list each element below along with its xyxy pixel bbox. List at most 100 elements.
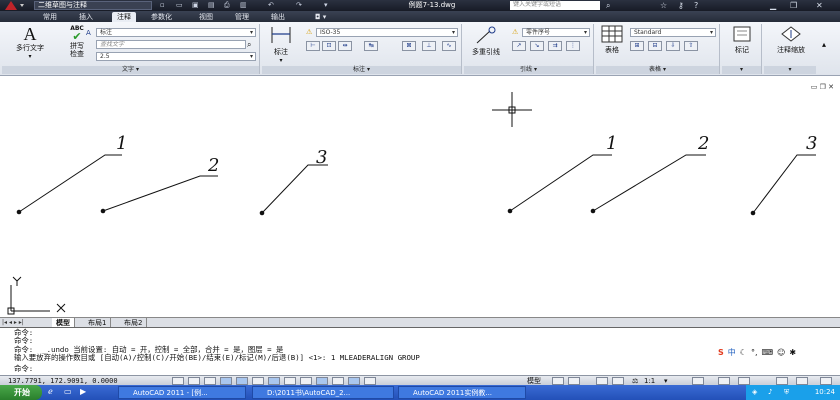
- save-icon[interactable]: ▣: [192, 1, 199, 9]
- text-style-combo[interactable]: 标注 ▾: [96, 28, 256, 37]
- qat-dropdown-icon[interactable]: ▾: [324, 1, 328, 9]
- mleader-style-combo[interactable]: 零件序号 ▾: [522, 28, 590, 37]
- start-button[interactable]: 开始: [0, 385, 42, 400]
- 3dosnap-toggle[interactable]: [252, 377, 264, 385]
- tab-annotate[interactable]: 注释: [112, 12, 136, 22]
- annotation-scale-button[interactable]: 注释缩放: [768, 25, 814, 55]
- table-link-icon[interactable]: ⊞: [630, 41, 644, 51]
- tray-volume-icon[interactable]: ♪: [768, 385, 772, 400]
- zoom-icon[interactable]: [612, 377, 624, 385]
- autocad-logo-icon[interactable]: [2, 0, 28, 11]
- workspace-switch-icon[interactable]: [718, 377, 730, 385]
- table-extract-icon[interactable]: ⊟: [648, 41, 662, 51]
- markup-panel-title[interactable]: ▾: [722, 66, 761, 74]
- dyn-toggle[interactable]: [300, 377, 312, 385]
- tab-insert[interactable]: 插入: [74, 12, 98, 22]
- drawing-minimize-icon[interactable]: ▭: [811, 83, 818, 91]
- tab-view[interactable]: 视图: [194, 12, 218, 22]
- annotation-scale-panel-title[interactable]: ▾: [764, 66, 816, 74]
- hardware-accel-icon[interactable]: [776, 377, 788, 385]
- qp-toggle[interactable]: [348, 377, 360, 385]
- remove-leader-icon[interactable]: ↘: [530, 41, 544, 51]
- dimstyle-combo[interactable]: ISO-35 ▾: [316, 28, 458, 37]
- quicklaunch-media-icon[interactable]: ▶: [80, 387, 86, 396]
- grid-toggle[interactable]: [188, 377, 200, 385]
- table-button[interactable]: 表格: [598, 25, 626, 55]
- print-icon[interactable]: ⎙: [224, 1, 230, 10]
- align-leader-icon[interactable]: ⇉: [548, 41, 562, 51]
- task-document[interactable]: AutoCAD 2011实例教...: [398, 386, 526, 399]
- task-autocad[interactable]: AutoCAD 2011 - [例...: [118, 386, 246, 399]
- dim-space-icon[interactable]: ⇹: [338, 41, 352, 51]
- tpy-toggle[interactable]: [332, 377, 344, 385]
- ducs-toggle[interactable]: [284, 377, 296, 385]
- command-window[interactable]: 命令: 命令: 命令: _.undo 当前设置: 自动 = 开，控制 = 全部，…: [0, 327, 840, 375]
- quicklaunch-desktop-icon[interactable]: ▭: [64, 387, 72, 396]
- tab-overflow-icon[interactable]: ◘ ▾: [310, 12, 331, 22]
- mtext-button[interactable]: A 多行文字 ▾: [10, 25, 50, 60]
- tray-security-icon[interactable]: ⛨: [784, 385, 789, 400]
- dim-continue-icon[interactable]: ⊡: [322, 41, 336, 51]
- snap-toggle[interactable]: [172, 377, 184, 385]
- osnap-toggle[interactable]: [236, 377, 248, 385]
- drawing-close-icon[interactable]: ✕: [828, 83, 834, 91]
- dim-jog-icon[interactable]: ⊥: [422, 41, 436, 51]
- dimension-panel-title[interactable]: 标注 ▾: [262, 66, 461, 74]
- close-icon[interactable]: ✕: [816, 0, 823, 11]
- open-icon[interactable]: ▭: [176, 1, 183, 9]
- ribbon-minimize-icon[interactable]: ▴: [822, 40, 826, 49]
- minimize-icon[interactable]: ▁: [770, 0, 776, 11]
- find-icon[interactable]: ⌕: [247, 40, 251, 50]
- new-icon[interactable]: ▫: [160, 1, 165, 9]
- text-height-combo[interactable]: 2.5 ▾: [96, 52, 256, 61]
- tab-parametric[interactable]: 参数化: [146, 12, 177, 22]
- dimension-button[interactable]: 标注 ▾: [266, 25, 296, 64]
- binoculars-icon[interactable]: ⌕: [606, 0, 610, 11]
- leader-panel-title[interactable]: 引线 ▾: [464, 66, 593, 74]
- polar-toggle[interactable]: [220, 377, 232, 385]
- command-prompt[interactable]: 命令:: [14, 365, 33, 373]
- plot-icon[interactable]: ▥: [240, 1, 247, 9]
- table-style-combo[interactable]: Standard ▾: [630, 28, 716, 37]
- quicklaunch-ie-icon[interactable]: ℯ: [48, 387, 53, 396]
- help-icon[interactable]: ?: [694, 0, 698, 11]
- tray-network-icon[interactable]: ◈: [752, 385, 757, 400]
- find-text-input[interactable]: 查找文字: [96, 40, 246, 49]
- key-icon[interactable]: ⚷: [678, 0, 684, 11]
- otrack-toggle[interactable]: [268, 377, 280, 385]
- drawing-canvas[interactable]: 1 2 3 1 2 3: [0, 77, 840, 317]
- ime-toolbar[interactable]: S 中 ☾ °, ⌨ ☺ ✱: [718, 346, 838, 358]
- isolate-objects-icon[interactable]: [796, 377, 808, 385]
- table-download-icon[interactable]: ⇩: [666, 41, 680, 51]
- mleader-button[interactable]: 多重引线: [466, 25, 506, 57]
- dim-break-icon[interactable]: ↹: [364, 41, 378, 51]
- tab-manage[interactable]: 管理: [230, 12, 254, 22]
- lwt-toggle[interactable]: [316, 377, 328, 385]
- redo-icon[interactable]: ↷: [296, 1, 302, 9]
- star-icon[interactable]: ☆: [660, 0, 667, 11]
- layout-view-icon[interactable]: [568, 377, 580, 385]
- saveas-icon[interactable]: ▤: [208, 1, 215, 9]
- task-explorer[interactable]: D:\2011书\AutoCAD_2...: [252, 386, 394, 399]
- dim-inspect-icon[interactable]: ⊠: [402, 41, 416, 51]
- sc-toggle[interactable]: [364, 377, 376, 385]
- annotation-visibility-icon[interactable]: [692, 377, 704, 385]
- text-panel-title[interactable]: 文字 ▾: [2, 66, 259, 74]
- workspace-selector[interactable]: 二维草图与注释: [34, 1, 152, 10]
- dim-oblique-icon[interactable]: ∿: [442, 41, 456, 51]
- dim-baseline-icon[interactable]: ⊢: [306, 41, 320, 51]
- help-search-input[interactable]: 键入关键字或短语: [510, 1, 600, 10]
- clean-screen-icon[interactable]: [820, 377, 832, 385]
- restore-icon[interactable]: ❐: [790, 0, 797, 11]
- drawing-restore-icon[interactable]: ❐: [820, 83, 826, 91]
- layout-view-icon[interactable]: [552, 377, 564, 385]
- ortho-toggle[interactable]: [204, 377, 216, 385]
- table-panel-title[interactable]: 表格 ▾: [596, 66, 719, 74]
- table-upload-icon[interactable]: ⇧: [684, 41, 698, 51]
- pan-icon[interactable]: [596, 377, 608, 385]
- add-leader-icon[interactable]: ↗: [512, 41, 526, 51]
- lock-icon[interactable]: [738, 377, 750, 385]
- collect-leader-icon[interactable]: ⋮: [566, 41, 580, 51]
- undo-icon[interactable]: ↶: [268, 1, 274, 9]
- tab-home[interactable]: 常用: [38, 12, 62, 22]
